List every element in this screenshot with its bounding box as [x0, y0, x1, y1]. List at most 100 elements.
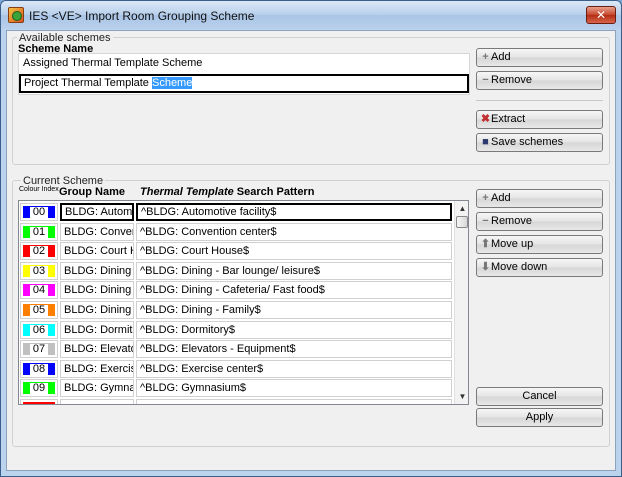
colour-index-cell[interactable]: 03	[20, 261, 58, 280]
colour-index-label: 02	[29, 246, 49, 258]
add-group-button[interactable]: + Add	[476, 189, 603, 208]
group-name-cell[interactable]: BLDG: Gymnasiu	[60, 379, 134, 398]
colour-index-label: 05	[29, 305, 49, 316]
grid-scrollbar[interactable]: ▲ ▼	[454, 201, 468, 404]
colour-index-cell[interactable]: 07	[20, 340, 58, 359]
dialog-window: IES <VE> Import Room Grouping Scheme ✕ A…	[0, 0, 622, 477]
search-pattern-cell[interactable]: ^BLDG: Dormitory$	[136, 320, 452, 339]
move-up-label: Move up	[491, 238, 534, 250]
add-scheme-label: Add	[491, 51, 511, 63]
colour-index-label: 08	[29, 363, 49, 375]
scheme-item-assigned[interactable]: Assigned Thermal Template Scheme	[19, 54, 469, 73]
group-name-cell[interactable]: BLDG: Court Hou	[60, 242, 134, 261]
minus-icon: −	[482, 74, 489, 86]
move-down-label: Move down	[491, 261, 548, 273]
scheme-grid: 00 BLDG: Automotiv^BLDG: Automotive facil…	[18, 200, 469, 405]
close-button[interactable]: ✕	[586, 6, 616, 24]
extract-label: Extract	[491, 113, 526, 125]
cancel-button[interactable]: Cancel	[476, 387, 603, 406]
move-up-button[interactable]: ⬆ Move up	[476, 235, 603, 254]
save-schemes-label: Save schemes	[491, 136, 564, 148]
search-pattern-cell[interactable]: ^BLDG: Dining - Cafeteria/ Fast food$	[136, 281, 452, 300]
scroll-up-icon[interactable]: ▲	[455, 201, 468, 216]
scroll-thumb[interactable]	[456, 216, 468, 228]
colour-swatch: 07	[23, 343, 55, 356]
group-name-cell[interactable]: BLDG: Dining - Fa	[60, 301, 134, 319]
search-pattern-cell[interactable]: ^BLDG: Dining - Bar lounge/ leisure$	[136, 261, 452, 280]
colour-index-cell[interactable]: 00	[20, 203, 58, 221]
extract-icon: ✖	[480, 113, 491, 125]
group-name-header: Group Name	[59, 186, 126, 198]
colour-index-cell[interactable]	[20, 399, 58, 404]
group-name-cell[interactable]: BLDG: Elevators	[60, 340, 134, 359]
group-name-cell[interactable]	[60, 399, 134, 404]
search-pattern-cell[interactable]: ^BLDG: Automotive facility$	[136, 203, 452, 221]
colour-index-label: 07	[29, 344, 49, 356]
colour-swatch: 08	[23, 362, 55, 375]
arrow-down-icon: ⬇	[480, 261, 491, 273]
search-pattern-cell[interactable]: ^BLDG: Elevators - Equipment$	[136, 340, 452, 359]
add-scheme-button[interactable]: + Add	[476, 48, 603, 67]
colour-index-cell[interactable]: 04	[20, 281, 58, 300]
colour-index-cell[interactable]: 05	[20, 301, 58, 319]
group-name-cell[interactable]: BLDG: Automotiv	[60, 203, 134, 221]
colour-index-label: 06	[29, 324, 49, 336]
search-pattern-header-rest: Search Pattern	[233, 186, 315, 198]
remove-scheme-label: Remove	[491, 74, 532, 86]
search-pattern-cell[interactable]: ^BLDG: Exercise center$	[136, 359, 452, 378]
scheme-item-project[interactable]: Project Thermal Template Scheme	[19, 74, 469, 93]
colour-index-cell[interactable]: 08	[20, 359, 58, 378]
colour-swatch: 01	[23, 225, 55, 238]
search-pattern-header-italic: Thermal Template	[140, 186, 234, 198]
save-icon: ■	[482, 136, 489, 148]
minus-icon: −	[482, 215, 489, 227]
remove-scheme-button[interactable]: − Remove	[476, 71, 603, 90]
colour-index-label: 01	[29, 226, 49, 238]
arrow-up-icon: ⬆	[480, 238, 491, 250]
colour-swatch	[23, 402, 55, 404]
move-down-button[interactable]: ⬇ Move down	[476, 258, 603, 277]
group-name-cell[interactable]: BLDG: Dormitory	[60, 320, 134, 339]
scheme-list: Assigned Thermal Template Scheme Project…	[18, 53, 470, 95]
search-pattern-cell[interactable]: ^BLDG: Dining - Family$	[136, 301, 452, 319]
colour-swatch: 04	[23, 284, 55, 297]
window-title: IES <VE> Import Room Grouping Scheme	[29, 9, 255, 23]
colour-index-header: Colour Index	[19, 186, 59, 193]
search-pattern-header: Thermal Template Search Pattern	[140, 186, 314, 198]
title-bar[interactable]: IES <VE> Import Room Grouping Scheme ✕	[1, 1, 621, 29]
available-separator	[476, 100, 603, 101]
search-pattern-cell[interactable]: ^BLDG: Gymnasium$	[136, 379, 452, 398]
group-name-cell[interactable]: BLDG: Exercise c	[60, 359, 134, 378]
dialog-client: Available schemes Scheme Name Assigned T…	[6, 30, 616, 471]
scheme-item-project-text: Project Thermal Template	[24, 77, 152, 89]
remove-group-button[interactable]: − Remove	[476, 212, 603, 231]
colour-swatch: 02	[23, 245, 55, 258]
colour-swatch: 00	[23, 206, 55, 218]
group-name-cell[interactable]: BLDG: Dining - C	[60, 281, 134, 300]
colour-swatch: 09	[23, 382, 55, 395]
colour-index-label: 03	[29, 265, 49, 277]
colour-index-label: 04	[29, 285, 49, 297]
group-name-cell[interactable]: BLDG: Conventio	[60, 222, 134, 241]
colour-swatch: 05	[23, 304, 55, 316]
colour-index-cell[interactable]: 09	[20, 379, 58, 398]
search-pattern-cell[interactable]: ^BLDG: Convention center$	[136, 222, 452, 241]
colour-index-cell[interactable]: 01	[20, 222, 58, 241]
extract-button[interactable]: ✖ Extract	[476, 110, 603, 129]
save-schemes-button[interactable]: ■ Save schemes	[476, 133, 603, 152]
group-name-cell[interactable]: BLDG: Dining - B	[60, 261, 134, 280]
search-pattern-cell[interactable]	[136, 399, 452, 404]
scheme-item-project-highlight: Scheme	[151, 77, 193, 89]
colour-index-label: 00	[29, 207, 49, 218]
colour-index-cell[interactable]: 06	[20, 320, 58, 339]
ies-app-icon	[8, 7, 24, 23]
colour-swatch: 03	[23, 264, 55, 277]
apply-button[interactable]: Apply	[476, 408, 603, 427]
colour-index-cell[interactable]: 02	[20, 242, 58, 261]
plus-icon: +	[482, 192, 489, 204]
search-pattern-cell[interactable]: ^BLDG: Court House$	[136, 242, 452, 261]
colour-index-label: 09	[29, 383, 49, 395]
scroll-down-icon[interactable]: ▼	[455, 389, 468, 404]
remove-group-label: Remove	[491, 215, 532, 227]
add-group-label: Add	[491, 192, 511, 204]
